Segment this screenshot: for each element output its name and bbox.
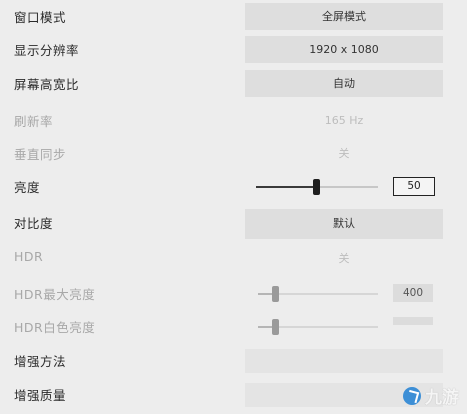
jiuyou-logo-icon <box>403 386 421 405</box>
hdr-max-brightness-value-field: 400 <box>393 284 433 302</box>
setting-row-resolution: 显示分辨率 1920 x 1080 <box>0 33 467 66</box>
upscale-quality-label: 增强质量 <box>14 388 67 403</box>
hdr-white-brightness-slider-thumb <box>272 319 279 335</box>
setting-row-hdr: HDR 关 <box>0 242 467 275</box>
setting-row-contrast: 对比度 默认 <box>0 206 467 239</box>
vsync-toggle: 关 <box>338 147 350 160</box>
setting-row-brightness: 亮度 50 <box>0 170 467 203</box>
brightness-slider-fill <box>256 186 316 188</box>
window-mode-label: 窗口模式 <box>14 10 67 25</box>
brightness-value-field[interactable]: 50 <box>393 177 435 196</box>
hdr-toggle: 关 <box>338 252 350 265</box>
setting-row-upscale-method: 增强方法 <box>0 344 467 377</box>
display-settings-panel: 窗口模式 全屏模式 显示分辨率 1920 x 1080 屏幕高宽比 自动 刷新率… <box>0 0 467 414</box>
setting-row-window-mode: 窗口模式 全屏模式 <box>0 0 467 33</box>
aspect-ratio-label: 屏幕高宽比 <box>14 77 80 92</box>
contrast-label: 对比度 <box>14 216 54 231</box>
refresh-rate-label: 刷新率 <box>14 114 54 129</box>
hdr-white-brightness-label: HDR白色亮度 <box>14 320 96 335</box>
hdr-max-brightness-slider-track <box>274 293 378 295</box>
hdr-white-brightness-value-field <box>393 317 433 325</box>
hdr-white-brightness-slider-track <box>274 326 378 328</box>
brightness-slider-thumb[interactable] <box>313 179 320 195</box>
hdr-max-brightness-slider-thumb <box>272 286 279 302</box>
watermark-text: 九游 <box>425 388 459 408</box>
brightness-label: 亮度 <box>14 180 41 195</box>
resolution-dropdown[interactable]: 1920 x 1080 <box>245 36 443 63</box>
contrast-dropdown[interactable]: 默认 <box>245 209 443 239</box>
hdr-label: HDR <box>14 249 44 264</box>
hdr-max-brightness-label: HDR最大亮度 <box>14 287 96 302</box>
vsync-label: 垂直同步 <box>14 147 67 162</box>
aspect-ratio-dropdown[interactable]: 自动 <box>245 70 443 97</box>
upscale-method-label: 增强方法 <box>14 354 67 369</box>
setting-row-upscale-quality: 增强质量 <box>0 378 467 411</box>
resolution-label: 显示分辨率 <box>14 43 80 58</box>
setting-row-aspect-ratio: 屏幕高宽比 自动 <box>0 67 467 100</box>
upscale-method-dropdown[interactable] <box>245 349 443 373</box>
setting-row-hdr-max-brightness: HDR最大亮度 400 <box>0 277 467 310</box>
refresh-rate-dropdown: 165 Hz <box>324 114 364 127</box>
setting-row-vsync: 垂直同步 关 <box>0 137 467 170</box>
window-mode-dropdown[interactable]: 全屏模式 <box>245 3 443 30</box>
jiuyou-watermark: 九游 <box>403 383 459 408</box>
setting-row-refresh-rate: 刷新率 165 Hz <box>0 104 467 137</box>
setting-row-hdr-white-brightness: HDR白色亮度 <box>0 310 467 343</box>
brightness-slider-track[interactable] <box>316 186 378 188</box>
